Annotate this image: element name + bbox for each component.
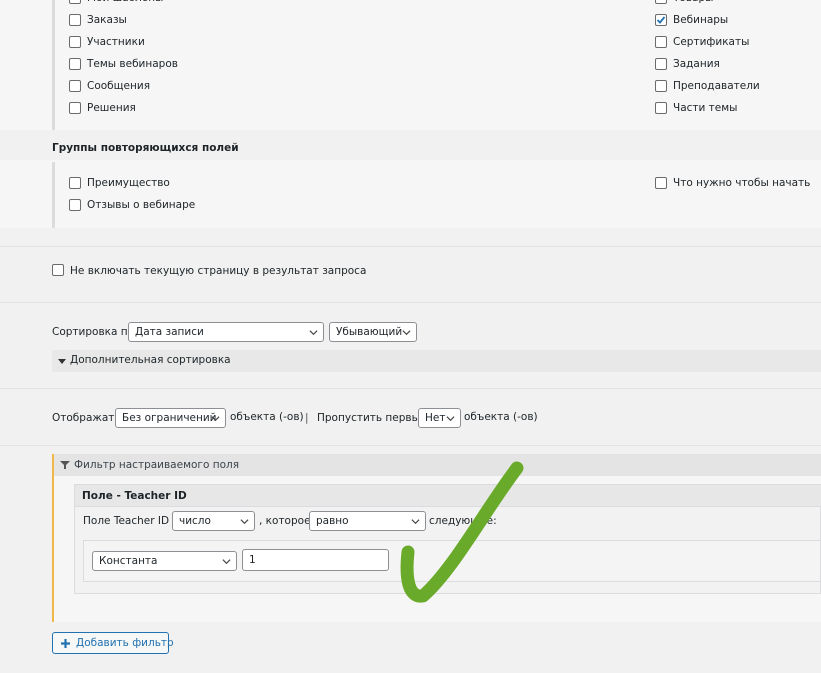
objects-suffix: объекта (-ов) [230,411,304,423]
post-type-checkbox[interactable] [655,80,667,92]
chevron-down-icon [211,416,220,422]
post-type-checkbox[interactable] [69,102,81,114]
post-type-label: Сертификаты [673,36,750,48]
post-type-checkbox[interactable] [655,36,667,48]
display-label: Отображать [52,412,121,424]
repeater-group-label: Что нужно чтобы начать [673,177,811,189]
value-source-value: Константа [99,555,158,567]
field-filter-title: Поле - Teacher ID [82,490,187,502]
sort-order-value: Убывающий [336,326,403,338]
field-type-select[interactable]: число [172,511,255,531]
post-type-label: Сообщения [87,80,151,92]
repeater-group-checkbox[interactable] [69,177,81,189]
value-input-text: 1 [249,554,256,566]
value-source-select[interactable]: Константа [92,551,237,571]
check-mark-annotation [400,461,524,603]
sort-field-value: Дата записи [135,326,204,338]
plus-icon [61,639,70,648]
chevron-down-icon [222,559,231,565]
repeater-group-label: Преимущество [87,177,170,189]
post-type-checkbox[interactable] [655,102,667,114]
field-type-value: число [179,515,211,527]
section-indent-bar [52,162,55,228]
chevron-down-icon [240,519,249,525]
repeater-group-label: Отзывы о вебинаре [87,199,196,211]
post-type-label: Участники [87,36,145,48]
repeater-group-checkbox[interactable] [69,199,81,211]
post-type-label: Преподаватели [673,80,760,92]
post-type-label: Вебинары [673,14,729,26]
extra-sort-label: Дополнительная сортировка [70,354,231,366]
repeater-groups-section [0,160,821,228]
sort-order-select[interactable]: Убывающий [329,322,417,342]
post-type-checkbox[interactable] [655,58,667,70]
checkmark-icon [656,16,666,24]
post-type-checkbox[interactable] [69,58,81,70]
chevron-down-icon [402,330,411,336]
extra-sort-toggle[interactable]: Дополнительная сортировка [52,350,821,372]
filter-icon [60,461,70,469]
post-type-checkbox[interactable] [69,80,81,92]
post-type-checkbox[interactable] [69,36,81,48]
skip-select[interactable]: Нет [418,408,461,428]
post-type-label: Части темы [673,102,738,114]
repeater-groups-heading: Группы повторяющихся полей [52,142,239,154]
sort-field-select[interactable]: Дата записи [128,322,324,342]
post-type-checkbox[interactable] [69,0,81,4]
sort-label: Сортировка по [52,326,135,338]
post-type-label: Товары [673,0,713,5]
post-type-checkbox[interactable] [655,14,667,26]
skip-label: Пропустить первые [317,412,427,424]
post-type-label: Заказы [87,14,127,26]
post-type-checkbox[interactable] [69,14,81,26]
operator-value: равно [316,515,349,527]
display-limit-value: Без ограничений [122,412,217,424]
post-type-label: Задания [673,58,720,70]
display-limit-select[interactable]: Без ограничений [115,408,226,428]
exclude-current-label: Не включать текущую страницу в результат… [70,265,367,277]
post-type-label: Мои шаблоны [87,0,163,5]
chevron-down-icon [309,330,318,336]
chevron-down-icon [446,416,455,422]
section-indent-bar [52,0,55,130]
objects-suffix: объекта (-ов) [464,411,538,423]
exclude-current-checkbox[interactable] [52,264,64,276]
which-label: , которое [259,515,311,527]
add-filter-button[interactable]: Добавить фильтр [52,632,174,654]
filter-panel-title: Фильтр настраиваемого поля [74,459,240,471]
condition-prefix: Поле Teacher ID – [83,515,178,527]
value-input[interactable]: 1 [242,549,389,571]
repeater-group-checkbox[interactable] [655,177,667,189]
post-type-label: Решения [87,102,136,114]
skip-value: Нет [425,412,446,424]
post-type-checkbox[interactable] [655,0,667,4]
post-type-label: Темы вебинаров [87,58,178,70]
caret-down-icon [58,359,66,364]
add-filter-label: Добавить фильтр [76,637,174,649]
display-divider: | [305,412,309,424]
